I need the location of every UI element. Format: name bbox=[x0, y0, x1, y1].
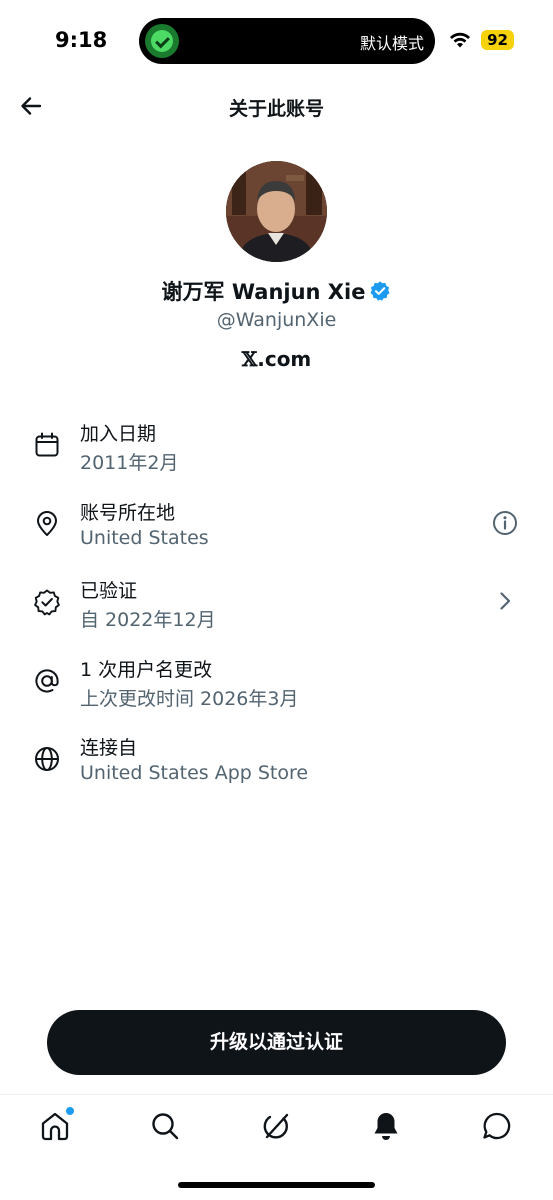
row-subtitle: United States bbox=[80, 527, 209, 549]
battery-indicator: 92 bbox=[481, 30, 514, 50]
at-sign-icon bbox=[35, 669, 59, 693]
chevron-right-icon[interactable] bbox=[491, 587, 519, 615]
tab-home[interactable] bbox=[38, 1107, 74, 1143]
info-row-verified[interactable]: 已验证 自 2022年12月 bbox=[0, 574, 553, 644]
info-row-username-changes: 1 次用户名更改 上次更改时间 2026年3月 bbox=[0, 653, 553, 723]
tab-search[interactable] bbox=[148, 1109, 182, 1143]
dynamic-island[interactable]: 默认模式 bbox=[139, 18, 435, 64]
avatar[interactable] bbox=[226, 161, 327, 262]
notification-dot bbox=[66, 1107, 74, 1115]
focus-mode-icon bbox=[145, 24, 179, 58]
row-title: 连接自 bbox=[80, 737, 138, 759]
profile-name: 谢万军 Wanjun Xie bbox=[0, 276, 553, 306]
row-subtitle: United States App Store bbox=[80, 762, 309, 784]
tab-notifications[interactable] bbox=[369, 1109, 403, 1143]
profile-handle[interactable]: @WanjunXie bbox=[0, 309, 553, 331]
grok-icon bbox=[263, 1113, 289, 1139]
location-pin-icon bbox=[37, 511, 57, 536]
row-subtitle: 自 2022年12月 bbox=[80, 609, 216, 631]
tab-grok[interactable] bbox=[259, 1109, 293, 1143]
row-title: 1 次用户名更改 bbox=[80, 659, 213, 681]
page-title: 关于此账号 bbox=[228, 98, 324, 120]
header: 关于此账号 bbox=[0, 82, 553, 130]
row-title: 加入日期 bbox=[80, 423, 157, 445]
messages-icon bbox=[483, 1112, 511, 1140]
row-subtitle: 2011年2月 bbox=[80, 452, 179, 474]
verified-icon bbox=[370, 281, 390, 301]
profile-site-suffix: .com bbox=[257, 347, 312, 371]
tab-messages[interactable] bbox=[480, 1109, 514, 1143]
info-row-connected-via: 连接自 United States App Store bbox=[0, 731, 553, 801]
status-time: 9:18 bbox=[55, 28, 108, 52]
wifi-icon bbox=[450, 32, 470, 48]
verified-badge-icon bbox=[34, 589, 60, 616]
globe-icon bbox=[35, 747, 59, 771]
info-row-account-location: 账号所在地 United States bbox=[0, 496, 553, 566]
upgrade-verification-button[interactable]: 升级以通过认证 bbox=[47, 1010, 506, 1075]
profile-site[interactable]: 𝕏.com bbox=[0, 347, 553, 371]
info-row-join-date: 加入日期 2011年2月 bbox=[0, 417, 553, 487]
info-icon[interactable] bbox=[491, 509, 519, 537]
row-title: 账号所在地 bbox=[80, 502, 176, 524]
focus-mode-label: 默认模式 bbox=[359, 34, 424, 53]
bell-icon bbox=[374, 1113, 398, 1140]
profile-name-text: 谢万军 Wanjun Xie bbox=[161, 280, 366, 304]
row-subtitle: 上次更改时间 2026年3月 bbox=[80, 688, 299, 710]
status-bar: 9:18 默认模式 92 bbox=[0, 0, 553, 82]
x-logo: 𝕏 bbox=[241, 347, 258, 371]
calendar-icon bbox=[35, 432, 59, 457]
row-title: 已验证 bbox=[80, 580, 138, 602]
search-icon bbox=[152, 1113, 179, 1140]
home-indicator bbox=[178, 1182, 375, 1188]
